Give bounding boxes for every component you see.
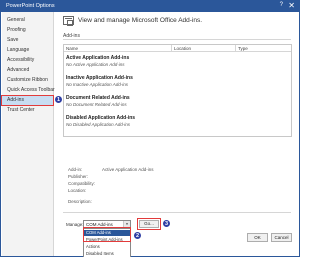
detail-label-publisher: Publisher:	[68, 174, 89, 179]
sidebar-item-customize-ribbon[interactable]: Customize Ribbon	[2, 76, 53, 85]
dropdown-highlight-box	[83, 227, 131, 242]
manage-label: Manage:	[66, 222, 84, 227]
group-title-active: Active Application Add-ins	[66, 55, 130, 61]
title-bar: PowerPoint Options ? ✕	[1, 1, 299, 12]
group-empty-disabled: No Disabled Application Add-ins	[66, 122, 130, 127]
step-marker-3: 3	[162, 219, 171, 228]
detail-label-addin: Add-in:	[68, 167, 83, 172]
close-icon[interactable]: ✕	[288, 1, 295, 10]
ok-button[interactable]: OK	[247, 233, 268, 242]
table-header: Name Location Type	[64, 45, 291, 52]
addins-icon	[63, 16, 74, 26]
column-header-type[interactable]: Type	[236, 45, 291, 52]
sidebar-item-general[interactable]: General	[2, 16, 53, 25]
bottom-divider	[63, 212, 291, 213]
page-title: View and manage Microsoft Office Add-ins…	[78, 17, 203, 24]
detail-label-compatibility: Compatibility:	[68, 181, 96, 186]
column-header-name[interactable]: Name	[64, 45, 172, 52]
group-title-inactive: Inactive Application Add-ins	[66, 75, 133, 81]
column-header-location[interactable]: Location	[172, 45, 236, 52]
cancel-button[interactable]: Cancel	[271, 233, 292, 242]
sidebar-item-accessibility[interactable]: Accessibility	[2, 56, 53, 65]
detail-label-description: Description:	[68, 199, 92, 204]
sidebar-item-add-ins[interactable]: Add-ins	[1, 95, 54, 106]
powerpoint-options-dialog: PowerPoint Options ? ✕ General Proofing …	[0, 0, 300, 257]
detail-value-addin: Active Application Add-ins	[102, 167, 154, 172]
step-marker-1: 1	[54, 95, 63, 104]
help-icon[interactable]: ?	[280, 2, 283, 8]
section-divider	[63, 39, 291, 40]
group-title-document: Document Related Add-ins	[66, 95, 130, 101]
addins-table: Name Location Type Active Application Ad…	[63, 44, 292, 137]
sidebar-item-language[interactable]: Language	[2, 46, 53, 55]
group-empty-inactive: No Inactive Application Add-ins	[66, 82, 128, 87]
group-empty-active: No Active Application Add-ins	[66, 62, 125, 67]
detail-label-location: Location:	[68, 188, 87, 193]
group-title-disabled: Disabled Application Add-ins	[66, 115, 136, 121]
sidebar-item-proofing[interactable]: Proofing	[2, 26, 53, 35]
dropdown-option-disabled-items[interactable]: Disabled Items	[84, 251, 130, 257]
sidebar-item-advanced[interactable]: Advanced	[2, 66, 53, 75]
dropdown-option-actions[interactable]: Actions	[84, 244, 130, 250]
sidebar-item-save[interactable]: Save	[2, 36, 53, 45]
options-sidebar: General Proofing Save Language Accessibi…	[1, 12, 55, 256]
window-title: PowerPoint Options	[6, 3, 55, 9]
group-empty-document: No Document Related Add-ins	[66, 102, 127, 107]
sidebar-item-quick-access-toolbar[interactable]: Quick Access Toolbar	[2, 86, 55, 95]
go-button[interactable]: Go...	[137, 218, 161, 230]
sidebar-item-trust-center[interactable]: Trust Center	[2, 106, 53, 115]
step-marker-2: 2	[133, 231, 142, 240]
